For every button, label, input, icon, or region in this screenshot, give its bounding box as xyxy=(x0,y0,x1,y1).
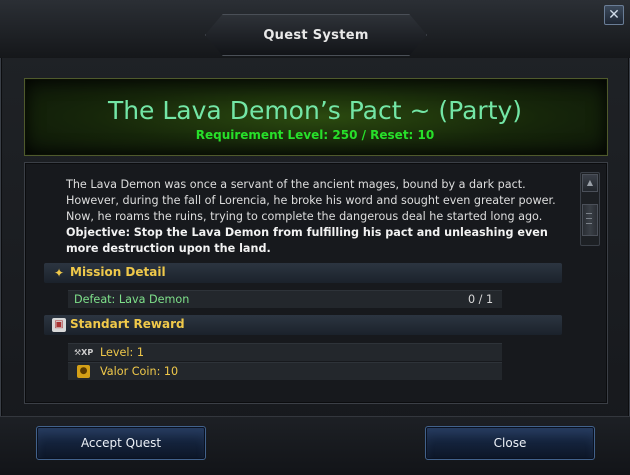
scroll-grip-line xyxy=(586,223,592,224)
standard-reward-heading: Standart Reward xyxy=(70,317,185,331)
mission-detail-heading: Mission Detail xyxy=(70,265,166,279)
close-window-icon[interactable]: ✕ xyxy=(604,5,624,25)
valor-coin-icon: ● xyxy=(77,365,90,378)
reward-item-row: ⚒XP Level: 1 xyxy=(68,343,502,361)
close-button[interactable]: Close xyxy=(425,426,595,460)
arrow-up-icon: ✦ xyxy=(53,266,65,280)
objective-label: Objective: xyxy=(66,226,131,239)
mission-task: Defeat: Lava Demon xyxy=(74,293,190,306)
reward-item-row: ● Valor Coin: 10 xyxy=(68,362,502,380)
objective-text: Stop the Lava Demon from fulfilling his … xyxy=(66,226,548,255)
mission-task-row: Defeat: Lava Demon 0 / 1 xyxy=(68,290,502,308)
window-title-plate: Quest System xyxy=(205,14,427,56)
quest-description-block: The Lava Demon was once a servant of the… xyxy=(66,177,572,257)
mission-progress: 0 / 1 xyxy=(468,293,494,306)
quest-description: The Lava Demon was once a servant of the… xyxy=(66,178,556,223)
quest-title: The Lava Demon’s Pact ~ (Party) xyxy=(107,96,523,125)
scroll-up-arrow-icon[interactable]: ▲ xyxy=(582,174,598,192)
xp-icon: ⚒XP xyxy=(74,348,94,357)
reward-item-text: Level: 1 xyxy=(100,346,144,359)
scroll-grip-line xyxy=(586,213,592,214)
accept-quest-button[interactable]: Accept Quest xyxy=(36,426,206,460)
reward-item-text: Valor Coin: 10 xyxy=(100,365,179,378)
scroll-grip-line xyxy=(586,218,592,219)
quest-requirement: Requirement Level: 250 / Reset: 10 xyxy=(195,128,435,142)
scroll-thumb[interactable] xyxy=(582,204,598,236)
window-title: Quest System xyxy=(263,27,369,43)
gift-box-icon: ▣ xyxy=(52,318,66,332)
